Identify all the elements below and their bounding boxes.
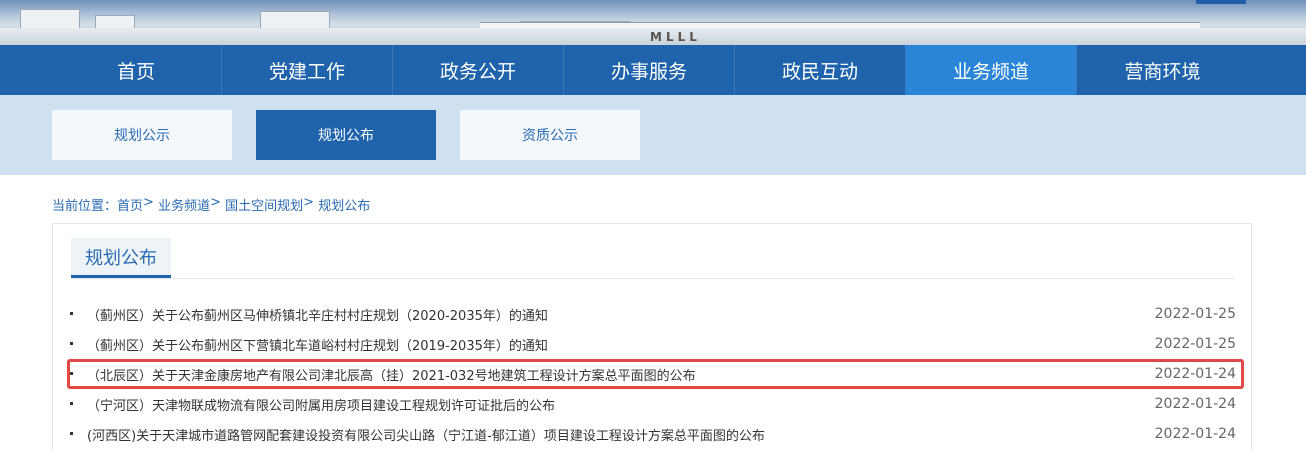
tab-planning-announcement[interactable]: 规划公布 [256, 110, 436, 160]
list-item-title[interactable]: （蓟州区）关于公布蓟州区下营镇北车道峪村村庄规划（2019-2035年）的通知 [87, 335, 548, 354]
nav-item-party-building[interactable]: 党建工作 [222, 45, 393, 95]
breadcrumb-business-channel[interactable]: 业务频道 [158, 195, 210, 214]
list-item-title[interactable]: (河西区)关于天津城市道路管网配套建设投资有限公司尖山路（宁江道-郁江道）项目建… [87, 425, 765, 444]
list-item-title[interactable]: （蓟州区）关于公布蓟州区马伸桥镇北辛庄村村庄规划（2020-2035年）的通知 [87, 305, 548, 324]
breadcrumb-current[interactable]: 规划公布 [318, 195, 370, 214]
list-item-date: 2022-01-24 [1154, 426, 1236, 442]
list-item[interactable]: （蓟州区）关于公布蓟州区下营镇北车道峪村村庄规划（2019-2035年）的通知 … [53, 329, 1253, 359]
nav-item-services[interactable]: 办事服务 [564, 45, 735, 95]
list-item-date: 2022-01-25 [1154, 336, 1236, 352]
list-item[interactable]: （宁河区）天津物联成物流有限公司附属用房项目建设工程规划许可证批后的公布 202… [53, 389, 1253, 419]
main-nav-list: 首页 党建工作 政务公开 办事服务 政民互动 业务频道 营商环境 [51, 45, 1248, 95]
nav-item-home[interactable]: 首页 [51, 45, 222, 95]
header-banner: MLLL [0, 0, 1306, 45]
announcement-list: （蓟州区）关于公布蓟州区马伸桥镇北辛庄村村庄规划（2020-2035年）的通知 … [53, 299, 1253, 449]
bullet-icon [70, 372, 73, 375]
list-item-title[interactable]: （宁河区）天津物联成物流有限公司附属用房项目建设工程规划许可证批后的公布 [87, 395, 555, 414]
breadcrumb-prefix: 当前位置： [52, 199, 118, 214]
list-item-title[interactable]: （北辰区）关于天津金康房地产有限公司津北辰高（挂）2021-032号地建筑工程设… [87, 365, 696, 384]
list-item-highlighted[interactable]: （北辰区）关于天津金康房地产有限公司津北辰高（挂）2021-032号地建筑工程设… [67, 359, 1244, 389]
panel-title: 规划公布 [71, 238, 171, 278]
nav-item-business-channel[interactable]: 业务频道 [906, 45, 1077, 95]
tab-qualification-publicity[interactable]: 资质公示 [460, 110, 640, 160]
list-item-date: 2022-01-24 [1154, 396, 1236, 412]
main-nav: 首页 党建工作 政务公开 办事服务 政民互动 业务频道 营商环境 [0, 45, 1306, 95]
nav-item-interaction[interactable]: 政民互动 [735, 45, 906, 95]
banner-accent [1196, 0, 1246, 4]
breadcrumb-separator: > [210, 195, 221, 210]
breadcrumb-separator: > [143, 195, 154, 210]
bullet-icon [70, 402, 73, 405]
breadcrumb-spatial-planning[interactable]: 国土空间规划 [225, 195, 303, 214]
list-item[interactable]: （蓟州区）关于公布蓟州区马伸桥镇北辛庄村村庄规划（2020-2035年）的通知 … [53, 299, 1253, 329]
bullet-icon [70, 432, 73, 435]
banner-sign: MLLL [650, 30, 701, 44]
panel-divider [71, 278, 1234, 279]
list-item-date: 2022-01-24 [1154, 366, 1236, 382]
bullet-icon [70, 312, 73, 315]
nav-item-business-environment[interactable]: 营商环境 [1077, 45, 1248, 95]
list-item-date: 2022-01-25 [1154, 306, 1236, 322]
nav-item-government-affairs[interactable]: 政务公开 [393, 45, 564, 95]
list-item[interactable]: (河西区)关于天津城市道路管网配套建设投资有限公司尖山路（宁江道-郁江道）项目建… [53, 419, 1253, 449]
sub-nav: 规划公示 规划公布 资质公示 [0, 95, 1306, 175]
breadcrumb: 当前位置： 首页 > 业务频道 > 国土空间规划 > 规划公布 [52, 195, 370, 214]
breadcrumb-separator: > [303, 195, 315, 210]
tab-planning-publicity[interactable]: 规划公示 [52, 110, 232, 160]
bullet-icon [70, 342, 73, 345]
content-panel: 规划公布 （蓟州区）关于公布蓟州区马伸桥镇北辛庄村村庄规划（2020-2035年… [52, 223, 1252, 450]
breadcrumb-home[interactable]: 首页 [117, 195, 143, 214]
